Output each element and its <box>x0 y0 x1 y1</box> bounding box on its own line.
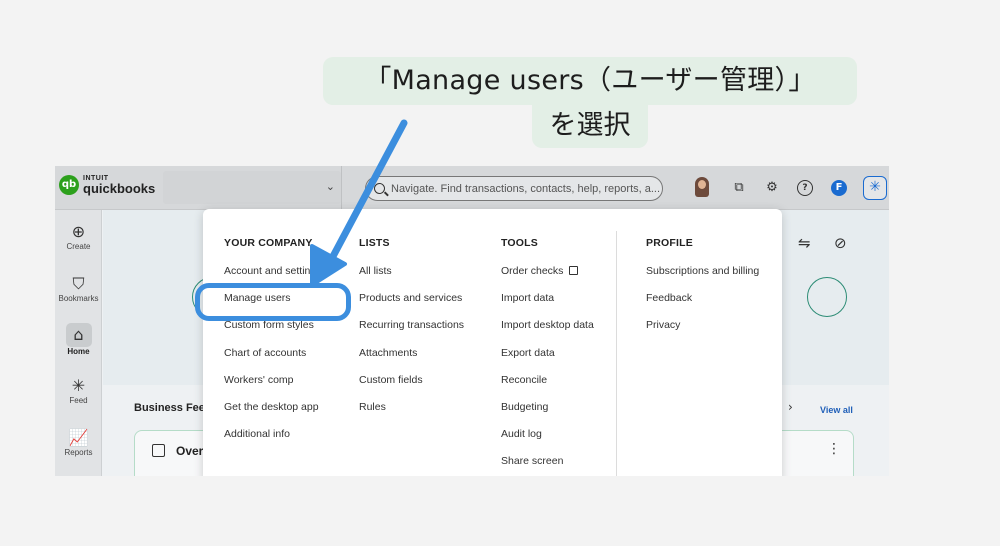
menu-item-share-screen[interactable]: Share screen <box>501 455 594 476</box>
reports-icon: 📈 <box>68 428 89 447</box>
app-window: qb INTUIT quickbooks ⌄ Navigate. Find tr… <box>55 166 889 476</box>
menu-item-products-services[interactable]: Products and services <box>359 292 464 319</box>
menu-item-custom-fields[interactable]: Custom fields <box>359 374 464 401</box>
hero-action-circle[interactable] <box>807 277 847 317</box>
bookmark-icon: ⛉ <box>72 274 85 293</box>
menu-heading: TOOLS <box>501 237 538 249</box>
menu-item-budgeting[interactable]: Budgeting <box>501 401 594 428</box>
search-placeholder: Navigate. Find transactions, contacts, h… <box>391 182 661 195</box>
section-title: Business Fee <box>134 402 205 414</box>
gear-icon[interactable]: ⚙ <box>763 179 781 197</box>
menu-item-reconcile[interactable]: Reconcile <box>501 374 594 401</box>
help-icon[interactable]: ? <box>797 180 813 196</box>
sidebar-item-label: Feed <box>69 396 88 405</box>
qb-logo-icon: qb <box>59 175 79 195</box>
sidebar-item-reports[interactable]: 📈 Reports <box>55 428 102 457</box>
sidebar-item-label: Home <box>67 347 90 356</box>
menu-item-desktop-app[interactable]: Get the desktop app <box>224 401 321 428</box>
annotation-line1: 「Manage users（ユーザー管理）」 <box>323 57 857 105</box>
feed-icon: ✳ <box>71 376 86 395</box>
view-all-link[interactable]: View all <box>820 405 853 415</box>
menu-heading: LISTS <box>359 237 390 249</box>
menu-item-audit-log[interactable]: Audit log <box>501 428 594 455</box>
sidebar-item-feed[interactable]: ✳ Feed <box>55 376 102 405</box>
sidebar-item-label: Create <box>66 242 91 251</box>
document-icon <box>152 444 165 457</box>
annotation-line2: を選択 <box>532 104 648 148</box>
logo-product: quickbooks <box>83 181 156 196</box>
home-icon: ⌂ <box>65 323 92 347</box>
menu-heading: PROFILE <box>646 237 693 249</box>
menu-divider <box>616 231 617 476</box>
assistant-icon[interactable]: ✳ <box>863 176 887 200</box>
menu-item-account-settings[interactable]: Account and settings <box>224 265 321 292</box>
search-input[interactable]: Navigate. Find transactions, contacts, h… <box>365 176 663 201</box>
sidebar-item-label: Reports <box>64 448 93 457</box>
sidebar-item-home[interactable]: ⌂ Home <box>55 323 102 356</box>
quickbooks-logo[interactable]: qb INTUIT quickbooks <box>59 175 155 195</box>
hide-icon[interactable]: ⊘ <box>834 234 847 252</box>
menu-item-rules[interactable]: Rules <box>359 401 464 428</box>
sidebar-item-label: Bookmarks <box>58 294 99 303</box>
company-selector[interactable]: ⌄ <box>163 171 341 204</box>
plus-circle-icon: ⊕ <box>71 222 86 241</box>
sidebar: ⊕ Create ⛉ Bookmarks ⌂ Home ✳ Feed 📈 Rep… <box>55 210 102 476</box>
menu-column-tools: TOOLS Order checks Import data Import de… <box>501 237 594 476</box>
menu-column-profile: PROFILE Subscriptions and billing Feedba… <box>646 237 759 347</box>
menu-item-manage-users[interactable]: Manage users <box>224 292 321 319</box>
menu-item-feedback[interactable]: Feedback <box>646 292 759 319</box>
menu-column-lists: LISTS All lists Products and services Re… <box>359 237 464 428</box>
card-title: Over <box>176 444 204 458</box>
menu-item-custom-form-styles[interactable]: Custom form styles <box>224 319 321 346</box>
menu-item-import-data[interactable]: Import data <box>501 292 594 319</box>
external-link-icon <box>569 266 579 275</box>
top-bar: qb INTUIT quickbooks ⌄ Navigate. Find tr… <box>55 166 889 210</box>
menu-item-workers-comp[interactable]: Workers' comp <box>224 374 321 401</box>
sliders-icon[interactable]: ⇋ <box>798 234 811 252</box>
menu-column-your-company: YOUR COMPANY Account and settings Manage… <box>224 237 321 455</box>
menu-item-recurring-transactions[interactable]: Recurring transactions <box>359 319 464 346</box>
menu-item-attachments[interactable]: Attachments <box>359 347 464 374</box>
menu-item-all-lists[interactable]: All lists <box>359 265 464 292</box>
menu-item-subscriptions-billing[interactable]: Subscriptions and billing <box>646 265 759 292</box>
menu-item-label: Order checks <box>501 265 564 277</box>
chevron-down-icon: ⌄ <box>325 180 335 193</box>
profile-icon[interactable]: F <box>831 180 847 196</box>
apps-icon[interactable]: ⧉ <box>730 179 748 197</box>
menu-heading: YOUR COMPANY <box>224 237 313 249</box>
settings-menu: YOUR COMPANY Account and settings Manage… <box>203 209 782 476</box>
more-options-icon[interactable]: ⋮ <box>827 441 841 457</box>
menu-item-privacy[interactable]: Privacy <box>646 319 759 346</box>
chevron-right-icon[interactable]: › <box>788 400 793 414</box>
divider <box>341 166 342 210</box>
sidebar-item-bookmarks[interactable]: ⛉ Bookmarks <box>55 274 102 303</box>
menu-item-order-checks[interactable]: Order checks <box>501 265 594 292</box>
menu-item-additional-info[interactable]: Additional info <box>224 428 321 455</box>
menu-item-export-data[interactable]: Export data <box>501 347 594 374</box>
user-avatar[interactable] <box>695 177 709 197</box>
sidebar-item-create[interactable]: ⊕ Create <box>55 222 102 251</box>
menu-item-chart-of-accounts[interactable]: Chart of accounts <box>224 347 321 374</box>
search-icon <box>374 183 385 194</box>
menu-item-import-desktop-data[interactable]: Import desktop data <box>501 319 594 346</box>
